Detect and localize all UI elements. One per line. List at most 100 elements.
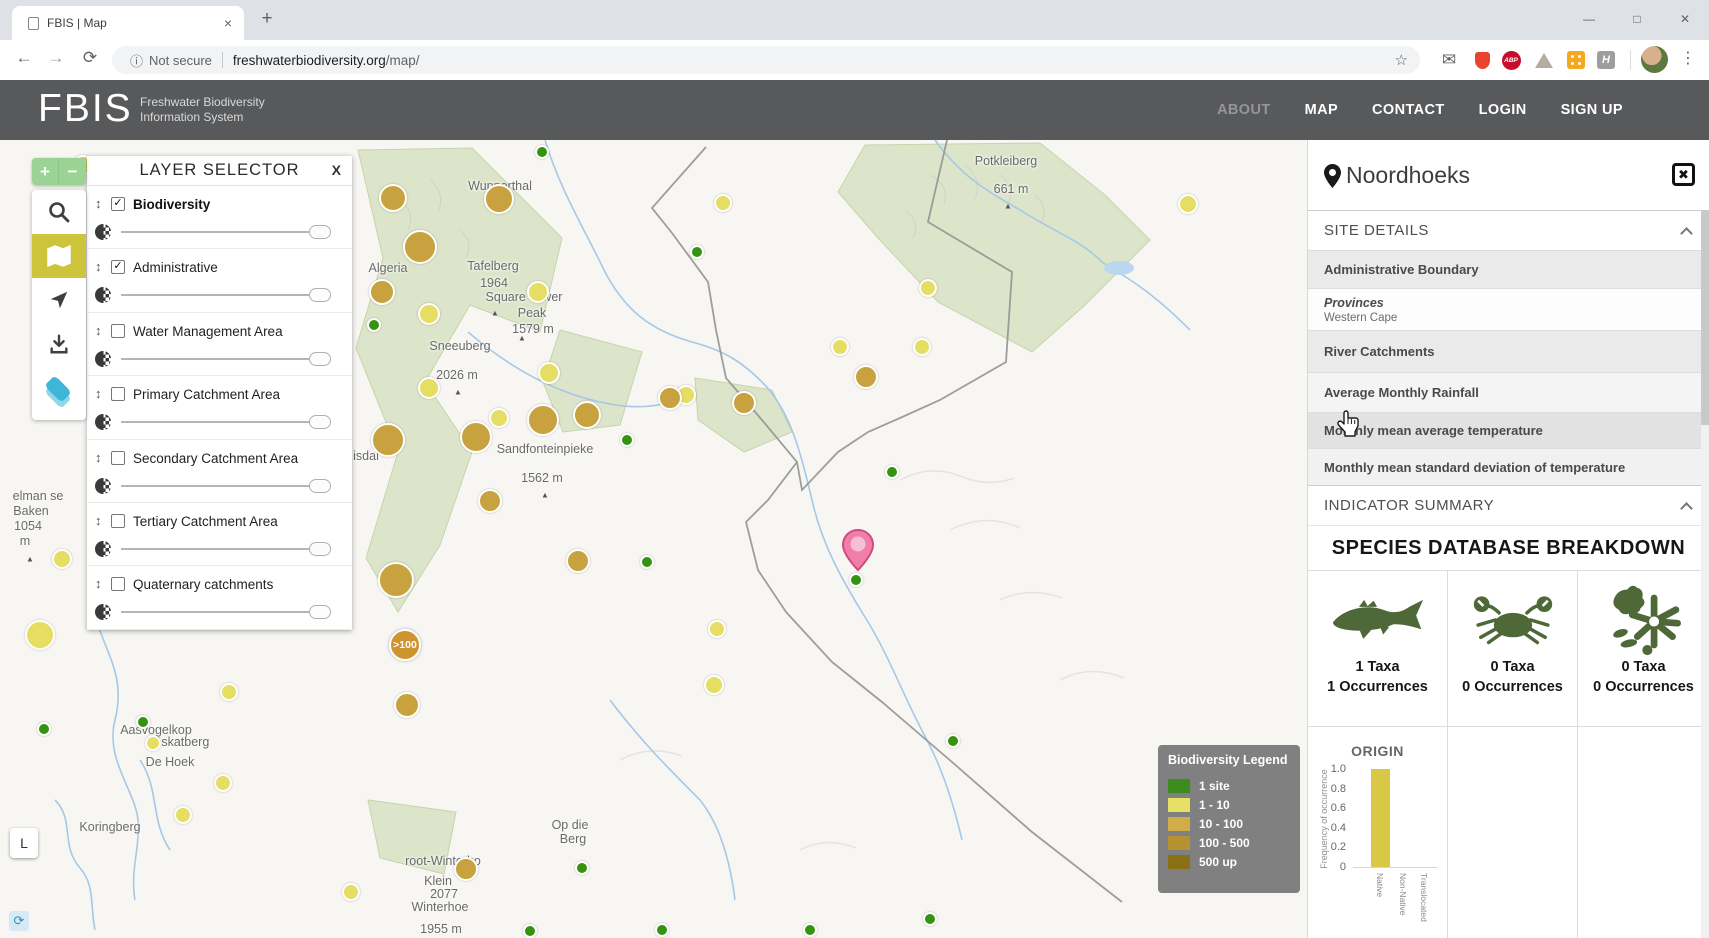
- back-button[interactable]: ←: [12, 48, 36, 68]
- profile-avatar[interactable]: [1641, 46, 1668, 73]
- reorder-icon[interactable]: ↕: [95, 259, 102, 274]
- site-marker-yellow[interactable]: [418, 303, 440, 325]
- detail-row-administrative-boundary[interactable]: Administrative Boundary: [1308, 250, 1709, 288]
- site-marker-green[interactable]: [367, 318, 381, 332]
- site-marker-green[interactable]: [923, 912, 937, 926]
- panel-close-button[interactable]: ✖: [1672, 163, 1695, 186]
- detail-row-river-catchments[interactable]: River Catchments: [1308, 330, 1709, 372]
- window-maximize-button[interactable]: □: [1613, 0, 1661, 38]
- slider-handle[interactable]: [309, 479, 331, 493]
- site-marker-yellow[interactable]: [25, 620, 55, 650]
- site-marker-tan[interactable]: [460, 421, 492, 453]
- opacity-slider[interactable]: [121, 611, 319, 613]
- panel-scrollbar-thumb[interactable]: [1701, 210, 1709, 425]
- site-marker-green[interactable]: [946, 734, 960, 748]
- site-marker-green[interactable]: [690, 245, 704, 259]
- reorder-icon[interactable]: ↕: [95, 576, 102, 591]
- site-marker-yellow[interactable]: [52, 549, 72, 569]
- site-marker-tan[interactable]: [371, 423, 405, 457]
- site-marker-yellow[interactable]: [919, 279, 937, 297]
- opacity-slider[interactable]: [121, 358, 319, 360]
- site-marker-yellow[interactable]: [220, 683, 238, 701]
- h-extension-icon[interactable]: H: [1596, 50, 1616, 70]
- detail-row-monthly-mean-average-temperature[interactable]: Monthly mean average temperature: [1308, 412, 1709, 448]
- panel-scrollbar[interactable]: [1701, 210, 1709, 938]
- nav-signup[interactable]: SIGN UP: [1561, 102, 1623, 118]
- site-marker-tan[interactable]: [394, 692, 420, 718]
- browser-menu-icon[interactable]: ⋮: [1680, 48, 1696, 68]
- site-marker-green[interactable]: [640, 555, 654, 569]
- site-marker-yellow[interactable]: [708, 620, 726, 638]
- nav-about[interactable]: ABOUT: [1217, 102, 1271, 118]
- layer-checkbox[interactable]: [111, 324, 125, 338]
- opacity-slider[interactable]: [121, 548, 319, 550]
- opacity-slider[interactable]: [121, 421, 319, 423]
- detail-row-average-monthly-rainfall[interactable]: Average Monthly Rainfall: [1308, 372, 1709, 412]
- site-marker-green[interactable]: [136, 715, 150, 729]
- selected-site-pin[interactable]: [840, 528, 876, 572]
- reorder-icon[interactable]: ↕: [95, 386, 102, 401]
- site-marker-tan[interactable]: [484, 184, 514, 214]
- site-marker-tan[interactable]: [454, 857, 478, 881]
- site-marker-green[interactable]: [849, 573, 863, 587]
- drive-extension-icon[interactable]: [1534, 50, 1554, 70]
- site-marker-green[interactable]: [523, 924, 537, 938]
- locate-button[interactable]: [32, 278, 86, 322]
- mini-refresh-icon[interactable]: ⟳: [9, 911, 29, 931]
- map-canvas[interactable]: WupperthalAlgeriaTafelberg1964Square Tow…: [0, 140, 1307, 938]
- site-marker-green[interactable]: [803, 923, 817, 937]
- browser-tab[interactable]: FBIS | Map ×: [12, 6, 244, 40]
- site-marker-tan[interactable]: [478, 489, 502, 513]
- nav-login[interactable]: LOGIN: [1479, 102, 1527, 118]
- layer-checkbox[interactable]: [111, 577, 125, 591]
- opacity-slider[interactable]: [121, 294, 319, 296]
- site-marker-yellow[interactable]: [704, 675, 724, 695]
- site-marker-yellow[interactable]: [714, 194, 732, 212]
- fbis-logo[interactable]: FBIS: [38, 87, 133, 131]
- site-marker-tan[interactable]: [732, 391, 756, 415]
- slider-handle[interactable]: [309, 352, 331, 366]
- zoom-out-button[interactable]: −: [59, 158, 86, 185]
- window-close-button[interactable]: ✕: [1661, 0, 1709, 38]
- site-marker-green[interactable]: [885, 465, 899, 479]
- site-marker-tan[interactable]: [854, 365, 878, 389]
- map-view-button[interactable]: [32, 234, 86, 278]
- nav-map[interactable]: MAP: [1305, 102, 1338, 118]
- adblock-plus-extension-icon[interactable]: ABP: [1501, 50, 1521, 70]
- site-marker-yellow[interactable]: [214, 774, 232, 792]
- site-marker-green[interactable]: [620, 433, 634, 447]
- reorder-icon[interactable]: ↕: [95, 196, 102, 211]
- site-marker-yellow[interactable]: [538, 362, 560, 384]
- basemap-layers-button[interactable]: [32, 366, 86, 410]
- window-minimize-button[interactable]: —: [1565, 0, 1613, 38]
- detail-row-monthly-mean-stddev-temperature[interactable]: Monthly mean standard deviation of tempe…: [1308, 448, 1709, 485]
- new-tab-button[interactable]: +: [252, 4, 282, 34]
- address-bar[interactable]: ⓘ Not secure freshwaterbiodiversity.org …: [112, 46, 1420, 74]
- shield-extension-icon[interactable]: [1472, 50, 1492, 70]
- site-details-section-header[interactable]: SITE DETAILS: [1308, 210, 1709, 250]
- reload-button[interactable]: ⟳: [78, 48, 102, 68]
- zoom-in-button[interactable]: +: [32, 158, 59, 185]
- layer-checkbox[interactable]: ✓: [111, 197, 125, 211]
- slider-handle[interactable]: [309, 605, 331, 619]
- forward-button[interactable]: →: [44, 48, 68, 68]
- nav-contact[interactable]: CONTACT: [1372, 102, 1445, 118]
- site-marker-yellow[interactable]: [342, 883, 360, 901]
- site-marker-tan[interactable]: [573, 401, 601, 429]
- slider-handle[interactable]: [309, 542, 331, 556]
- site-marker-yellow[interactable]: [913, 338, 931, 356]
- site-marker-green[interactable]: [575, 861, 589, 875]
- site-marker-green[interactable]: [535, 145, 549, 159]
- reorder-icon[interactable]: ↕: [95, 323, 102, 338]
- site-marker-tan[interactable]: [403, 230, 437, 264]
- layer-selector-close-button[interactable]: X: [332, 162, 342, 178]
- site-marker-tan[interactable]: [378, 562, 414, 598]
- page-info-icon[interactable]: ⓘ: [130, 51, 143, 70]
- dice-extension-icon[interactable]: [1566, 50, 1586, 70]
- site-marker-yellow[interactable]: [174, 806, 192, 824]
- site-marker-tan[interactable]: [379, 184, 407, 212]
- reorder-icon[interactable]: ↕: [95, 450, 102, 465]
- site-marker-yellow[interactable]: [418, 377, 440, 399]
- layer-checkbox[interactable]: [111, 451, 125, 465]
- bookmark-star-icon[interactable]: ☆: [1395, 51, 1408, 69]
